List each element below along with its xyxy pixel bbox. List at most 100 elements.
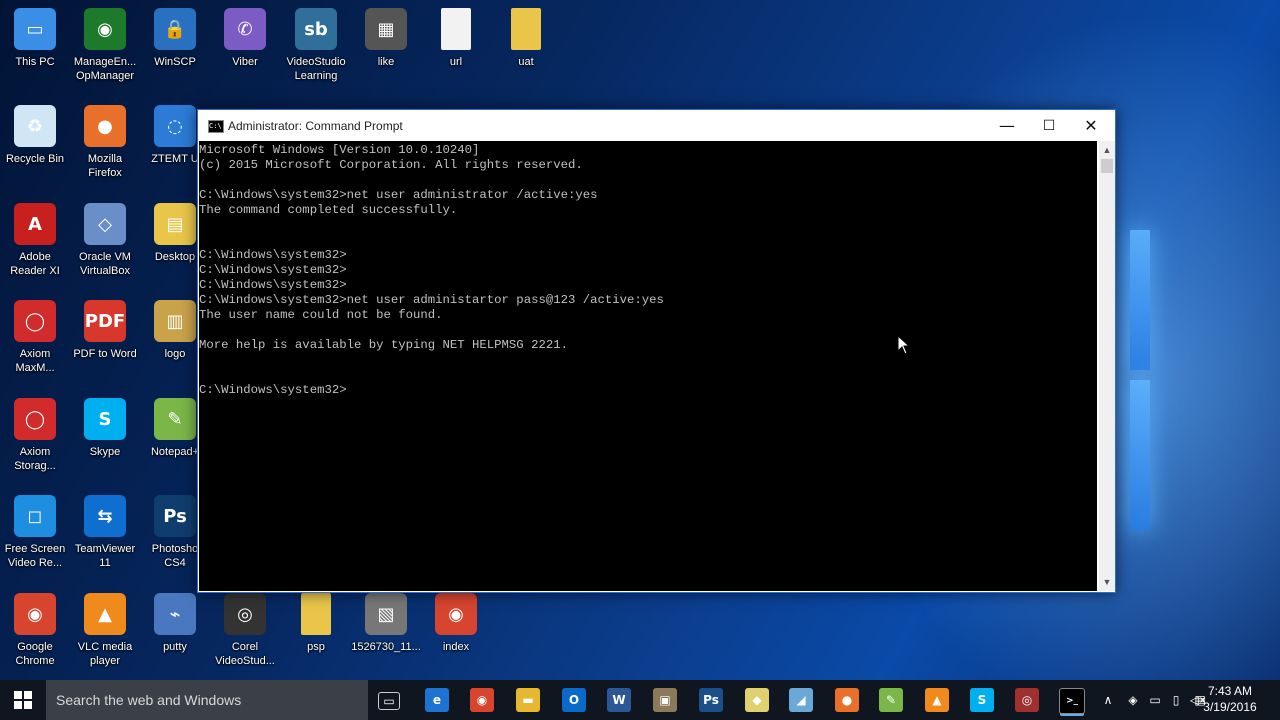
console-line: (c) 2015 Microsoft Corporation. All righ… bbox=[199, 158, 583, 172]
notepad-plus-icon: ✎ bbox=[154, 398, 196, 440]
pen-icon[interactable]: ◢ bbox=[789, 688, 813, 712]
desktop-icon[interactable]: ▭ This PC bbox=[0, 8, 70, 69]
outlook-icon[interactable]: O bbox=[562, 688, 586, 712]
console-line: C:\Windows\system32> bbox=[199, 278, 347, 292]
desktop-icon[interactable]: ◯ Axiom MaxM... bbox=[0, 300, 70, 375]
tray-chevron-icon[interactable]: ∧ bbox=[1098, 680, 1118, 720]
wallpaper-windows-logo bbox=[1130, 230, 1220, 530]
desktop-icon[interactable]: ♻ Recycle Bin bbox=[0, 105, 70, 166]
minimize-button[interactable]: — bbox=[985, 110, 1029, 141]
desktop-icon-label: Viber bbox=[232, 56, 258, 68]
desktop-folder-icon: ▤ bbox=[154, 203, 196, 245]
chrome-icon: ◉ bbox=[435, 593, 477, 635]
maximize-button[interactable]: ☐ bbox=[1027, 110, 1071, 141]
desktop-icon[interactable]: ● Mozilla Firefox bbox=[70, 105, 140, 180]
desktop-icon[interactable]: ◎ Corel VideoStud... bbox=[210, 593, 280, 668]
notepad-plus-icon[interactable]: ✎ bbox=[879, 688, 903, 712]
desktop-icon[interactable]: ◯ Axiom Storag... bbox=[0, 398, 70, 473]
desktop-icon[interactable]: url bbox=[421, 8, 491, 69]
desktop-icon[interactable]: uat bbox=[491, 8, 561, 69]
axiom-icon: ◯ bbox=[14, 300, 56, 342]
desktop-icon-label: Recycle Bin bbox=[5, 153, 65, 165]
search-box[interactable]: Search the web and Windows bbox=[46, 680, 368, 720]
command-prompt-window[interactable]: C:\ Administrator: Command Prompt — ☐ ✕ … bbox=[197, 109, 1116, 593]
vlc-icon[interactable]: ▲ bbox=[925, 688, 949, 712]
virtualbox-icon: ◇ bbox=[84, 203, 126, 245]
clock[interactable]: 7:43 AM 3/19/2016 bbox=[1200, 683, 1260, 715]
battery-icon[interactable]: ▭ bbox=[1145, 680, 1165, 720]
scroll-down-icon[interactable]: ▼ bbox=[1099, 575, 1115, 589]
desktop-icon-label: index bbox=[442, 641, 470, 653]
desktop-icon-label: like bbox=[377, 56, 395, 68]
desktop-icon[interactable]: ◇ Oracle VM VirtualBox bbox=[70, 203, 140, 278]
chrome-icon[interactable]: ◉ bbox=[470, 688, 494, 712]
screenshot-tool-icon[interactable]: ▣ bbox=[653, 688, 677, 712]
desktop-icon[interactable]: ▦ like bbox=[351, 8, 421, 69]
word-icon[interactable]: W bbox=[607, 688, 631, 712]
desktop-icon[interactable]: ▲ VLC media player bbox=[70, 593, 140, 668]
recycle-bin-icon: ♻ bbox=[14, 105, 56, 147]
desktop-icon[interactable]: 🔒 WinSCP bbox=[140, 8, 210, 69]
folder-icon bbox=[301, 593, 331, 635]
desktop-icon[interactable]: ◉ Google Chrome bbox=[0, 593, 70, 668]
console-line: C:\Windows\system32>net user administrat… bbox=[199, 188, 598, 202]
desktop-icon[interactable]: ◻ Free Screen Video Re... bbox=[0, 495, 70, 570]
this-pc-icon: ▭ bbox=[14, 8, 56, 50]
photoshop-icon[interactable]: Ps bbox=[699, 688, 723, 712]
camera-icon[interactable]: ◎ bbox=[1015, 688, 1039, 712]
desktop-icon-label: Skype bbox=[89, 446, 121, 458]
skype-icon[interactable]: S bbox=[970, 688, 994, 712]
title-bar[interactable]: C:\ Administrator: Command Prompt — ☐ ✕ bbox=[198, 110, 1115, 141]
close-button[interactable]: ✕ bbox=[1069, 110, 1113, 141]
console-line: The command completed successfully. bbox=[199, 203, 458, 217]
desktop-icon[interactable]: ▧ 1526730_11... bbox=[351, 593, 421, 654]
edge-icon[interactable]: e bbox=[425, 688, 449, 712]
desktop-icon[interactable]: ◉ index bbox=[421, 593, 491, 654]
desktop-icon[interactable]: S Skype bbox=[70, 398, 140, 459]
desktop-icon[interactable]: sb VideoStudio Learning bbox=[281, 8, 351, 83]
desktop-icon[interactable]: PDF PDF to Word bbox=[70, 300, 140, 361]
notes-icon[interactable]: ◆ bbox=[745, 688, 769, 712]
opmanager-icon: ◉ bbox=[84, 8, 126, 50]
console-line: C:\Windows\system32> bbox=[199, 248, 347, 262]
desktop-icon[interactable]: ◉ ManageEn... OpManager bbox=[70, 8, 140, 83]
start-button[interactable] bbox=[0, 680, 46, 720]
pdf-to-word-icon: PDF bbox=[84, 300, 126, 342]
desktop-icon[interactable]: A Adobe Reader XI bbox=[0, 203, 70, 278]
firefox-icon[interactable]: ● bbox=[835, 688, 859, 712]
adobe-reader-icon: A bbox=[14, 203, 56, 245]
network-icon[interactable]: ▯ bbox=[1166, 680, 1186, 720]
viber-icon: ✆ bbox=[224, 8, 266, 50]
task-view-icon[interactable]: ▭ bbox=[378, 692, 400, 710]
teamviewer-icon: ⇆ bbox=[84, 495, 126, 537]
desktop-icon[interactable]: ⇆ TeamViewer 11 bbox=[70, 495, 140, 570]
console-line: More help is available by typing NET HEL… bbox=[199, 338, 568, 352]
file-explorer-icon[interactable]: ▬ bbox=[516, 688, 540, 712]
desktop-icon-label: ManageEn... OpManager bbox=[73, 56, 137, 82]
desktop-icon[interactable]: psp bbox=[281, 593, 351, 654]
desktop-icon-label: VideoStudio Learning bbox=[286, 56, 346, 82]
photoshop-icon: Ps bbox=[154, 495, 196, 537]
skype-icon: S bbox=[84, 398, 126, 440]
clock-time: 7:43 AM bbox=[1207, 684, 1253, 698]
windows-start-icon bbox=[14, 691, 32, 709]
logo-folder-icon: ▥ bbox=[154, 300, 196, 342]
desktop-icon[interactable]: ✆ Viber bbox=[210, 8, 280, 69]
desktop-icon-label: url bbox=[449, 56, 463, 68]
desktop-icon-label: 1526730_11... bbox=[351, 641, 421, 653]
desktop-icon-label: WinSCP bbox=[154, 56, 196, 68]
scroll-up-icon[interactable]: ▲ bbox=[1099, 143, 1115, 157]
console-output[interactable]: Microsoft Windows [Version 10.0.10240] (c… bbox=[199, 141, 1097, 591]
desktop-icon-label: Google Chrome bbox=[15, 641, 55, 667]
command-prompt-icon[interactable]: >_ bbox=[1059, 688, 1085, 714]
folder-icon bbox=[511, 8, 541, 50]
desktop-icon[interactable]: ⌁ putty bbox=[140, 593, 210, 654]
corel-icon: ◎ bbox=[224, 593, 266, 635]
vertical-scrollbar[interactable]: ▲ ▼ bbox=[1099, 141, 1115, 591]
desktop-icon-label: TeamViewer 11 bbox=[74, 543, 136, 569]
scroll-thumb[interactable] bbox=[1101, 159, 1113, 173]
tray-app-icon[interactable]: ◈ bbox=[1123, 680, 1143, 720]
desktop-icon-label: PDF to Word bbox=[73, 348, 137, 360]
vlc-icon: ▲ bbox=[84, 593, 126, 635]
